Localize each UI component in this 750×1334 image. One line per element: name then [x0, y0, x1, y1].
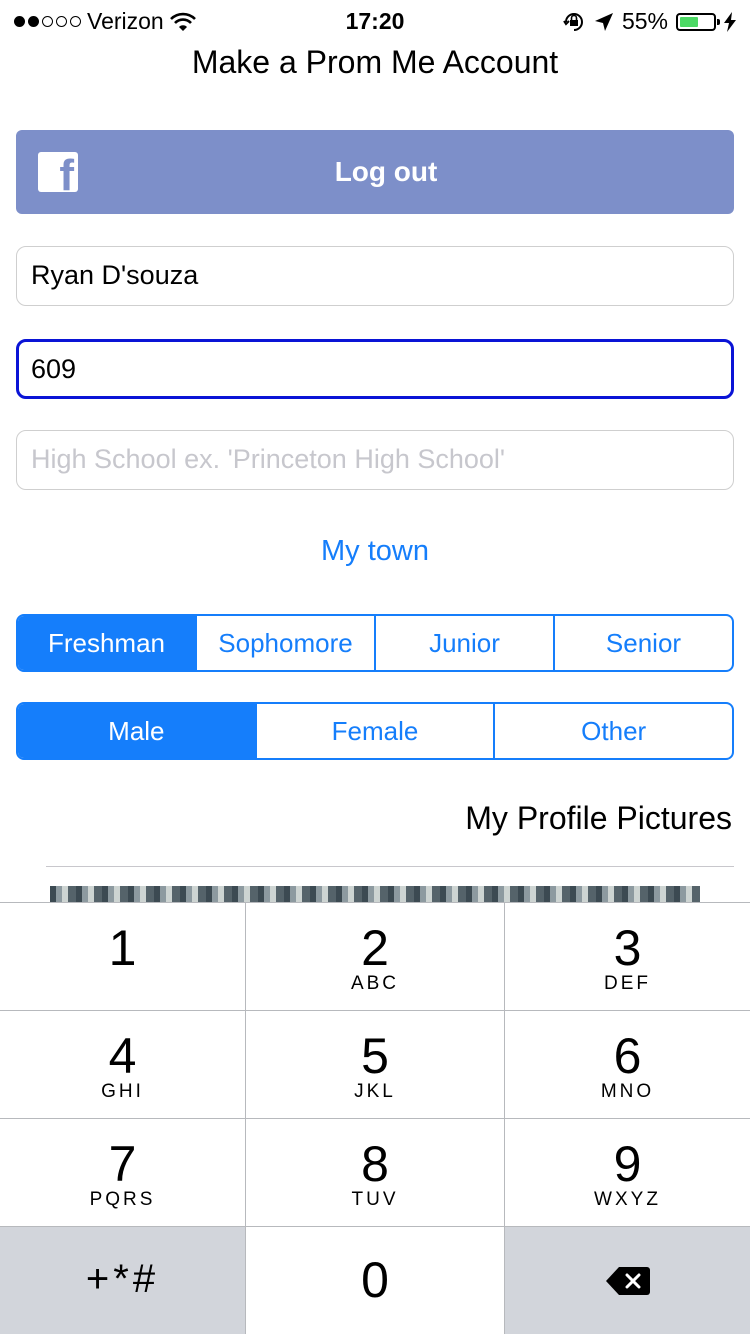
grade-segment-freshman[interactable]: Freshman — [18, 616, 195, 670]
my-town-button[interactable]: My town — [0, 535, 750, 568]
backspace-icon — [605, 1266, 650, 1295]
key-8-digit: 8 — [361, 1136, 389, 1192]
key-9[interactable]: 9 WXYZ — [505, 1118, 750, 1226]
key-5-digit: 5 — [361, 1028, 389, 1084]
delete-key[interactable] — [505, 1226, 750, 1334]
facebook-logout-label: Log out — [334, 156, 438, 187]
key-3-digit: 3 — [613, 920, 642, 976]
key-4-digit: 4 — [108, 1028, 137, 1084]
key-5-letters: JKL — [354, 1081, 396, 1102]
numeric-keypad: 1 2 ABC 3 DEF 4 GHI 5 JKL 6 MNO 7 PQRS 8… — [0, 902, 750, 1334]
key-7-letters: PQRS — [89, 1189, 156, 1210]
gender-segment-male[interactable]: Male — [18, 704, 255, 758]
key-0[interactable]: 0 — [246, 1226, 505, 1334]
key-8[interactable]: 8 TUV — [246, 1118, 505, 1226]
key-3[interactable]: 3 DEF — [505, 902, 750, 1010]
key-2-letters: ABC — [350, 973, 400, 994]
key-3-letters: DEF — [604, 973, 651, 994]
key-7-digit: 7 — [108, 1136, 137, 1192]
key-4[interactable]: 4 GHI — [0, 1010, 246, 1118]
key-6[interactable]: 6 MNO — [505, 1010, 750, 1118]
charging-bolt-icon — [724, 11, 736, 32]
profile-photo-thumbnail[interactable] — [50, 886, 700, 902]
grade-segmented-control: Freshman Sophomore Junior Senior — [16, 614, 734, 672]
key-6-letters: MNO — [600, 1081, 655, 1102]
grade-segment-senior[interactable]: Senior — [553, 616, 732, 670]
key-2-digit: 2 — [361, 920, 389, 976]
battery-icon — [676, 12, 720, 31]
facebook-logout-button[interactable]: f Log out — [16, 130, 734, 214]
page-title: Make a Prom Me Account — [191, 44, 559, 80]
key-2[interactable]: 2 ABC — [246, 902, 505, 1010]
key-7[interactable]: 7 PQRS — [0, 1118, 246, 1226]
gender-segment-female[interactable]: Female — [254, 704, 494, 758]
status-right: 55% — [562, 8, 736, 35]
phone-field[interactable]: 609 — [16, 339, 734, 399]
key-1[interactable]: 1 — [0, 902, 246, 1010]
gender-segmented-control: Male Female Other — [16, 702, 734, 760]
key-6-digit: 6 — [613, 1028, 642, 1084]
grade-segment-sophomore[interactable]: Sophomore — [195, 616, 374, 670]
battery-percent: 55% — [621, 8, 668, 34]
battery-level-fill — [680, 16, 698, 27]
key-9-letters: WXYZ — [594, 1189, 661, 1210]
key-8-letters: TUV — [351, 1189, 399, 1210]
key-9-digit: 9 — [613, 1136, 642, 1192]
key-5[interactable]: 5 JKL — [246, 1010, 505, 1118]
key-0-digit: 0 — [361, 1252, 389, 1308]
key-4-letters: GHI — [101, 1081, 144, 1102]
key-symbols-label: +*# — [85, 1257, 160, 1301]
divider — [46, 866, 734, 867]
gender-segment-other[interactable]: Other — [493, 704, 732, 758]
key-symbols[interactable]: +*# — [0, 1226, 246, 1334]
grade-segment-junior[interactable]: Junior — [374, 616, 553, 670]
high-school-field[interactable]: High School ex. 'Princeton High School' — [16, 430, 734, 490]
key-1-digit: 1 — [108, 920, 137, 976]
status-bar: Verizon 17:20 55% — [0, 0, 750, 42]
location-arrow-icon — [594, 12, 613, 31]
name-field[interactable]: Ryan D'souza — [16, 246, 734, 306]
profile-pictures-heading: My Profile Pictures — [465, 800, 732, 836]
rotation-lock-icon — [563, 12, 583, 31]
